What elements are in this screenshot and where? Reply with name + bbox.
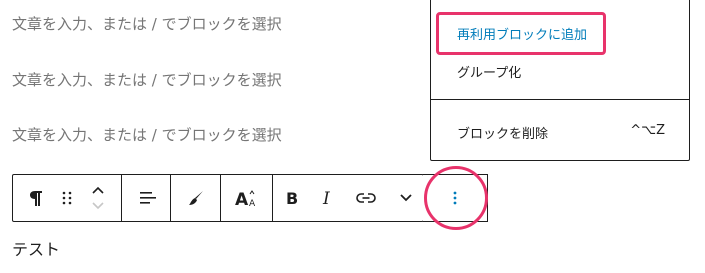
block-toolbar: A A B I <box>12 174 424 222</box>
svg-text:A: A <box>249 199 256 208</box>
text-size-icon: A A <box>234 188 260 208</box>
menu-item-group[interactable]: グループ化 <box>457 62 521 81</box>
svg-text:B: B <box>286 189 298 207</box>
drag-handle[interactable] <box>55 175 79 221</box>
paragraph-placeholder-2[interactable]: 文章を入力、または / でブロックを選択 <box>12 69 282 90</box>
text-size-button[interactable]: A A <box>223 175 271 221</box>
toolbar-divider <box>121 175 122 221</box>
svg-text:I: I <box>322 189 330 207</box>
italic-button[interactable]: I <box>315 175 341 221</box>
paragraph-placeholder-3[interactable]: 文章を入力、または / でブロックを選択 <box>12 124 282 145</box>
menu-divider <box>431 99 689 100</box>
more-formats-button[interactable] <box>391 175 421 221</box>
toolbar-divider <box>272 175 273 221</box>
remove-block-shortcut: ^⌥Z <box>630 123 665 138</box>
paragraph-content[interactable]: テスト <box>12 236 60 260</box>
italic-icon: I <box>322 189 334 207</box>
paragraph-button[interactable] <box>21 175 51 221</box>
bold-icon: B <box>285 189 299 207</box>
paragraph-placeholder-1[interactable]: 文章を入力、または / でブロックを選択 <box>12 13 282 34</box>
toolbar-divider <box>170 175 171 221</box>
bold-button[interactable]: B <box>279 175 305 221</box>
align-icon <box>138 190 156 206</box>
move-up-down-icon <box>91 184 105 212</box>
highlight-box <box>436 12 606 55</box>
toolbar-divider <box>220 175 221 221</box>
chevron-down-icon <box>400 194 412 202</box>
link-button[interactable] <box>351 175 381 221</box>
paragraph-icon <box>29 189 43 207</box>
link-icon <box>356 192 376 204</box>
highlight-circle <box>424 166 488 230</box>
menu-item-remove-block[interactable]: ブロックを削除 <box>457 123 548 142</box>
svg-text:A: A <box>235 190 249 208</box>
align-button[interactable] <box>125 175 169 221</box>
move-up-down-button[interactable] <box>85 175 111 221</box>
brush-icon <box>187 189 205 207</box>
color-button[interactable] <box>173 175 219 221</box>
drag-handle-icon <box>62 191 72 205</box>
